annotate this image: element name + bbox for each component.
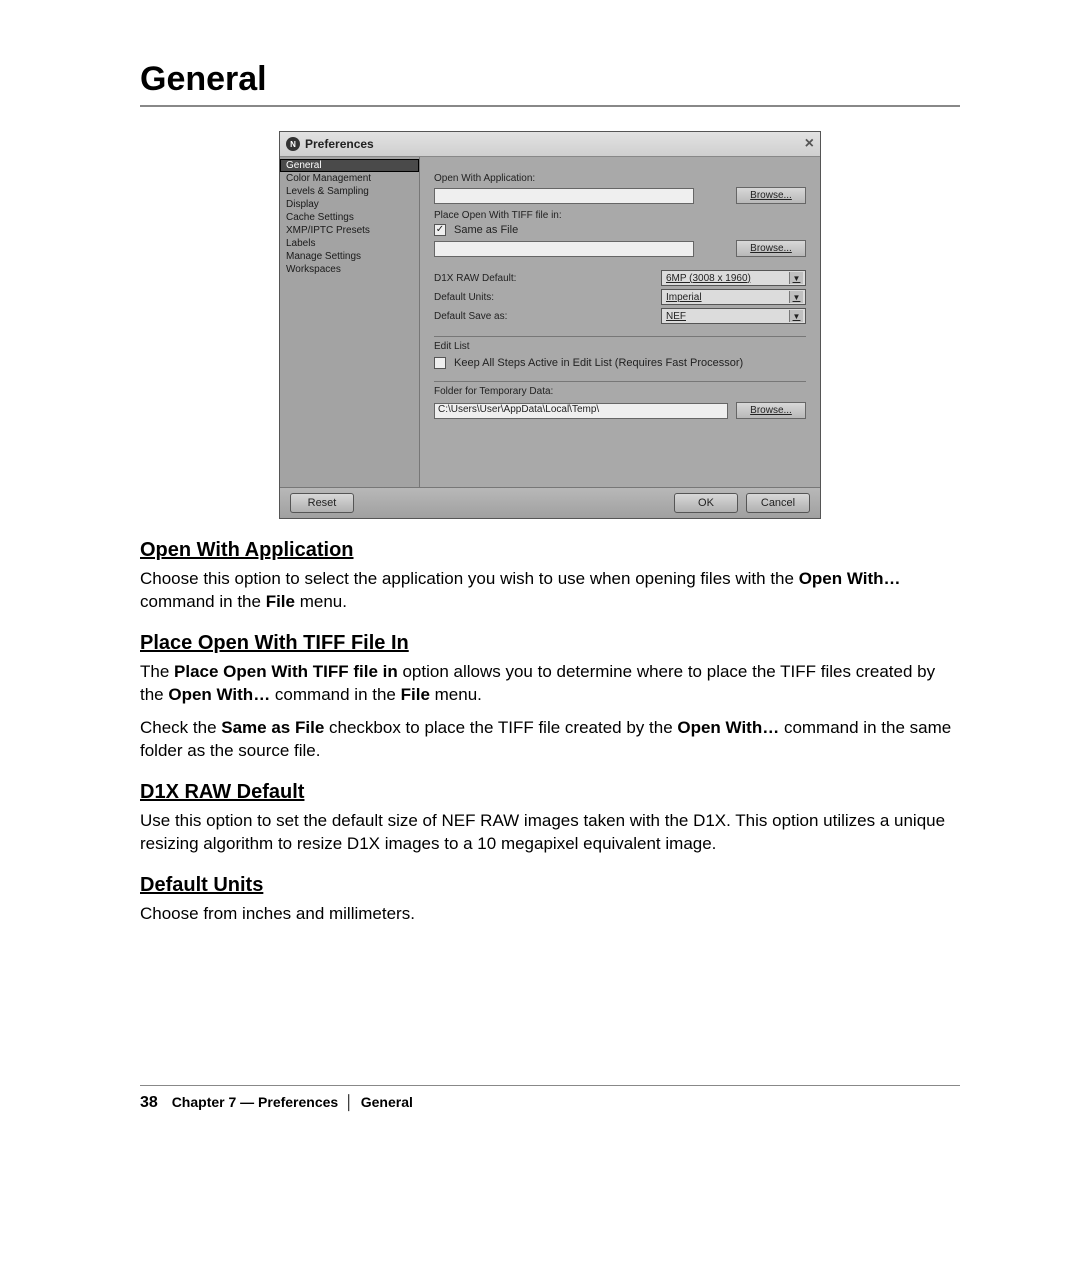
footer-chapter: Chapter 7 — Preferences <box>172 1094 339 1110</box>
sidebar-item-general[interactable]: General <box>280 159 419 172</box>
title-rule <box>140 105 960 107</box>
heading-default-units: Default Units <box>140 874 960 897</box>
close-icon[interactable]: × <box>805 135 814 153</box>
save-as-dropdown[interactable]: NEF ▼ <box>661 308 806 324</box>
d1x-dropdown[interactable]: 6MP (3008 x 1960) ▼ <box>661 270 806 286</box>
chevron-down-icon: ▼ <box>789 310 803 322</box>
dialog-footer: Reset OK Cancel <box>280 487 820 518</box>
heading-open-with-application: Open With Application <box>140 539 960 562</box>
sidebar-item-levels-sampling[interactable]: Levels & Sampling <box>280 185 419 198</box>
sidebar-item-display[interactable]: Display <box>280 198 419 211</box>
page-number: 38 <box>140 1094 158 1111</box>
text-place-open-with-tiff-2: Check the Same as File checkbox to place… <box>140 717 960 763</box>
preferences-content: Open With Application: Browse... Place O… <box>420 157 820 487</box>
sidebar-item-manage-settings[interactable]: Manage Settings <box>280 250 419 263</box>
app-icon: N <box>286 137 300 151</box>
heading-place-open-with-tiff: Place Open With TIFF File In <box>140 632 960 655</box>
reset-button[interactable]: Reset <box>290 493 354 513</box>
same-as-file-text: Same as File <box>454 224 518 236</box>
footer-section: General <box>361 1094 413 1110</box>
open-with-input[interactable] <box>434 188 694 204</box>
sidebar-item-cache-settings[interactable]: Cache Settings <box>280 211 419 224</box>
sidebar-item-labels[interactable]: Labels <box>280 237 419 250</box>
place-tiff-label: Place Open With TIFF file in: <box>434 210 806 221</box>
text-d1x-raw-default: Use this option to set the default size … <box>140 810 960 856</box>
place-tiff-path-input[interactable] <box>434 241 694 257</box>
units-value: Imperial <box>666 292 702 303</box>
dialog-titlebar: N Preferences × <box>280 132 820 157</box>
edit-list-heading: Edit List <box>434 341 806 352</box>
chevron-down-icon: ▼ <box>789 291 803 303</box>
keep-steps-text: Keep All Steps Active in Edit List (Requ… <box>454 357 743 369</box>
units-dropdown[interactable]: Imperial ▼ <box>661 289 806 305</box>
page-title: General <box>140 60 960 99</box>
ok-button[interactable]: OK <box>674 493 738 513</box>
open-with-browse-button[interactable]: Browse... <box>736 187 806 204</box>
sidebar-item-workspaces[interactable]: Workspaces <box>280 263 419 276</box>
keep-steps-checkbox[interactable] <box>434 357 446 369</box>
page-footer: 38 Chapter 7 — Preferences │ General <box>0 1085 1080 1112</box>
text-default-units: Choose from inches and millimeters. <box>140 903 960 926</box>
open-with-label: Open With Application: <box>434 173 806 184</box>
sidebar-item-xmp-iptc-presets[interactable]: XMP/IPTC Presets <box>280 224 419 237</box>
d1x-value: 6MP (3008 x 1960) <box>666 273 751 284</box>
heading-d1x-raw-default: D1X RAW Default <box>140 781 960 804</box>
save-as-label: Default Save as: <box>434 311 507 322</box>
cancel-button[interactable]: Cancel <box>746 493 810 513</box>
temp-folder-input[interactable]: C:\Users\User\AppData\Local\Temp\ <box>434 403 728 419</box>
units-label: Default Units: <box>434 292 494 303</box>
preferences-dialog: N Preferences × General Color Management… <box>279 131 821 519</box>
dialog-title: Preferences <box>305 137 374 151</box>
preferences-sidebar: General Color Management Levels & Sampli… <box>280 157 420 487</box>
temp-folder-heading: Folder for Temporary Data: <box>434 386 806 397</box>
chevron-down-icon: ▼ <box>789 272 803 284</box>
temp-folder-browse-button[interactable]: Browse... <box>736 402 806 419</box>
save-as-value: NEF <box>666 311 686 322</box>
text-open-with-application: Choose this option to select the applica… <box>140 568 960 614</box>
text-place-open-with-tiff-1: The Place Open With TIFF file in option … <box>140 661 960 707</box>
sidebar-item-color-management[interactable]: Color Management <box>280 172 419 185</box>
footer-rule <box>140 1085 960 1086</box>
place-tiff-browse-button[interactable]: Browse... <box>736 240 806 257</box>
d1x-label: D1X RAW Default: <box>434 273 516 284</box>
same-as-file-checkbox[interactable]: ✓ <box>434 224 446 236</box>
